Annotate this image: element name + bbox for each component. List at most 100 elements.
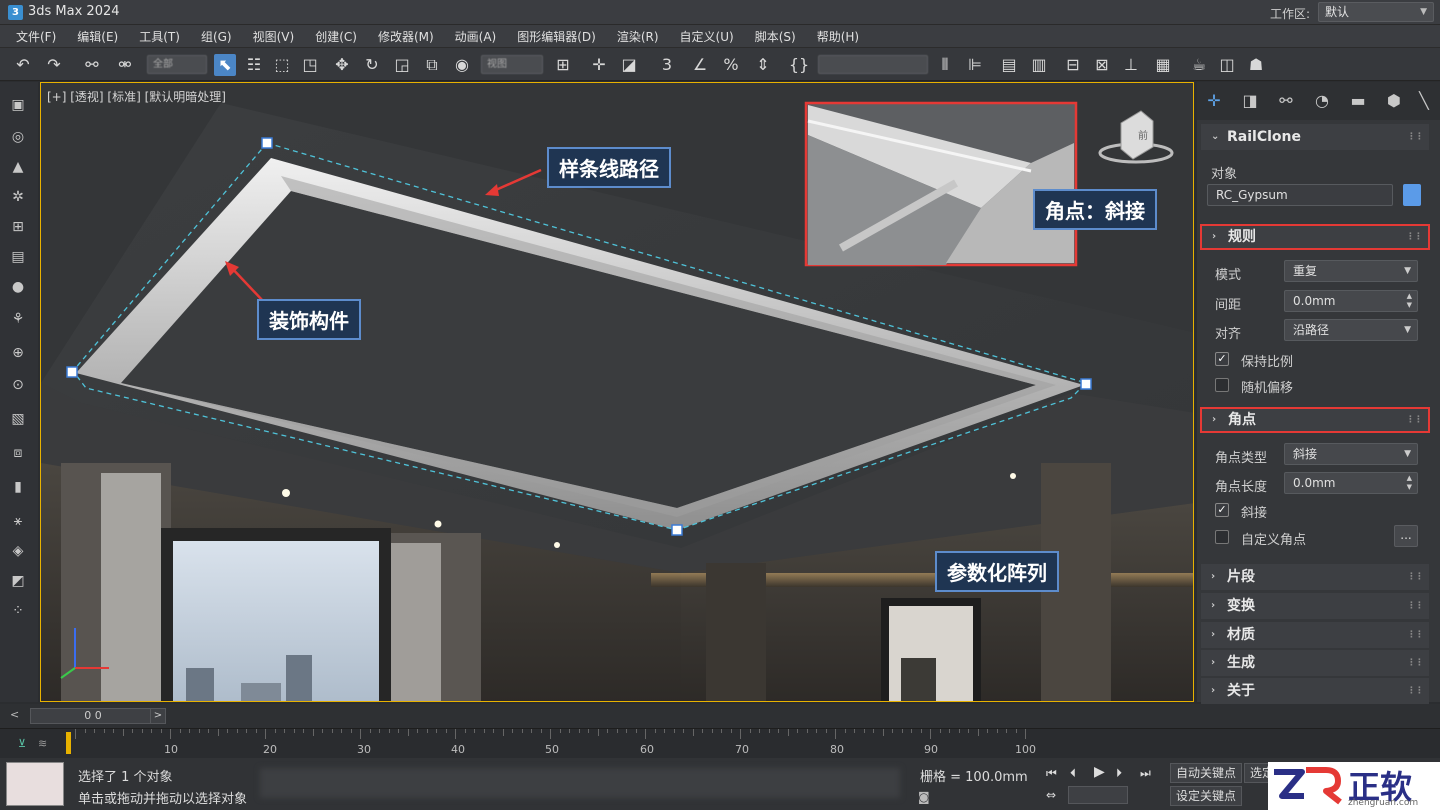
menu-file[interactable]: 文件(F) bbox=[16, 28, 56, 45]
ref-coord-dropdown[interactable]: 视图 bbox=[481, 55, 543, 74]
angle-snap-icon[interactable]: ∠ bbox=[689, 54, 711, 76]
material-editor-icon[interactable]: ⊥ bbox=[1120, 54, 1142, 76]
particles-icon[interactable]: ⁘ bbox=[9, 602, 27, 620]
render-frame-icon[interactable]: ☕ bbox=[1188, 54, 1210, 76]
go-to-end-icon[interactable]: ⏭ bbox=[1140, 766, 1151, 781]
random-offset-checkbox[interactable] bbox=[1215, 378, 1229, 392]
play-icon[interactable]: ▶ bbox=[1094, 764, 1105, 780]
previous-frame-icon[interactable]: ⏴ bbox=[1070, 766, 1076, 781]
link-icon[interactable]: ⚯ bbox=[81, 54, 103, 76]
named-selection-icon[interactable]: {} bbox=[788, 54, 810, 76]
undo-icon[interactable]: ↶ bbox=[12, 54, 34, 76]
menu-group[interactable]: 组(G) bbox=[201, 28, 232, 45]
slider-right-icon[interactable]: > bbox=[150, 708, 166, 724]
perspective-viewport[interactable]: 前 [+] [透视] [标准] [默认明暗处理] 样条线路径 装饰构件 角点：斜… bbox=[40, 82, 1194, 702]
rect-selection-icon[interactable]: ⬚ bbox=[271, 54, 293, 76]
keep-ratio-checkbox[interactable]: ✓ bbox=[1215, 352, 1229, 366]
unlink-icon[interactable]: ⚮ bbox=[114, 54, 136, 76]
mini-curve-icon[interactable]: ≋ bbox=[38, 737, 47, 750]
frame-field[interactable]: 0 0 bbox=[30, 708, 156, 724]
track-bar[interactable]: ⊻ ≋ 10 20 30 40 50 60 70 80 90 100 bbox=[0, 728, 1440, 758]
menu-tools[interactable]: 工具(T) bbox=[139, 28, 180, 45]
menu-view[interactable]: 视图(V) bbox=[253, 28, 295, 45]
ref-coord-icon[interactable]: ◉ bbox=[451, 54, 473, 76]
section-segments[interactable]: › 片段 ⋮⋮ bbox=[1201, 564, 1429, 590]
section-material[interactable]: › 材质 ⋮⋮ bbox=[1201, 622, 1429, 648]
align-icon[interactable]: ⊫ bbox=[964, 54, 986, 76]
scale-icon[interactable]: ◲ bbox=[391, 54, 413, 76]
scene-explorer-icon[interactable]: ▣ bbox=[9, 96, 27, 114]
layer-icon[interactable]: ▤ bbox=[9, 248, 27, 266]
key-mode-icon[interactable]: ⇔ bbox=[1046, 788, 1056, 802]
menu-create[interactable]: 创建(C) bbox=[315, 28, 357, 45]
create-tab-icon[interactable]: ✛ bbox=[1203, 90, 1225, 112]
corner-length-spinner[interactable]: 0.0mm ▲ ▼ bbox=[1284, 472, 1418, 494]
rotate-icon[interactable]: ↻ bbox=[361, 54, 383, 76]
selection-filter-dropdown[interactable]: 全部 bbox=[147, 55, 207, 74]
align-dropdown[interactable]: 沿路径 ▼ bbox=[1284, 319, 1418, 341]
corner-type-dropdown[interactable]: 斜接 ▼ bbox=[1284, 443, 1418, 465]
spinner-snap-icon[interactable]: ⇕ bbox=[752, 54, 774, 76]
render-setup-icon[interactable]: ▦ bbox=[1152, 54, 1174, 76]
more-tab-icon[interactable]: ╲ bbox=[1413, 90, 1435, 112]
custom-corner-button[interactable]: ... bbox=[1394, 525, 1418, 547]
menu-graph-editors[interactable]: 图形编辑器(D) bbox=[517, 28, 596, 45]
create-geometry-icon[interactable]: ▲ bbox=[9, 158, 27, 176]
snap-3d-icon[interactable]: 3 bbox=[656, 54, 678, 76]
scene-states-icon[interactable]: ◩ bbox=[9, 572, 27, 590]
mirror-icon[interactable]: ⫴ bbox=[934, 54, 956, 76]
spinner-arrows-icon[interactable]: ▲ ▼ bbox=[1407, 474, 1412, 492]
current-frame-field[interactable] bbox=[1068, 786, 1128, 804]
hierarchy-icon[interactable]: ⚘ bbox=[9, 310, 27, 328]
bones-icon[interactable]: ⚹ bbox=[9, 512, 27, 530]
book-icon[interactable]: ▮ bbox=[9, 478, 27, 496]
mode-dropdown[interactable]: 重复 ▼ bbox=[1284, 260, 1418, 282]
toggle-ribbon-icon[interactable]: ▥ bbox=[1028, 54, 1050, 76]
slider-left-icon[interactable]: < bbox=[10, 708, 19, 721]
set-key-button[interactable]: 设定关键点 bbox=[1170, 786, 1243, 806]
palette-icon[interactable]: ▧ bbox=[9, 410, 27, 428]
menu-modifiers[interactable]: 修改器(M) bbox=[378, 28, 434, 45]
auto-key-button[interactable]: 自动关键点 bbox=[1170, 763, 1243, 783]
spinner-arrows-icon[interactable]: ▲ ▼ bbox=[1407, 292, 1412, 310]
maxscript-listener[interactable] bbox=[6, 762, 64, 806]
select-object-icon[interactable]: ⬉ bbox=[214, 54, 236, 76]
section-about[interactable]: › 关于 ⋮⋮ bbox=[1201, 678, 1429, 704]
next-frame-icon[interactable]: ⏵ bbox=[1116, 766, 1122, 781]
key-filter-icon[interactable]: ⊻ bbox=[18, 737, 26, 750]
section-transform[interactable]: › 变换 ⋮⋮ bbox=[1201, 593, 1429, 619]
named-selection-dropdown[interactable] bbox=[818, 55, 928, 74]
move-icon[interactable]: ✥ bbox=[331, 54, 353, 76]
sphere-icon[interactable]: ● bbox=[9, 278, 27, 296]
select-by-name-icon[interactable]: ☷ bbox=[243, 54, 265, 76]
target-icon[interactable]: ⊙ bbox=[9, 376, 27, 394]
curve-editor-icon[interactable]: ⊟ bbox=[1062, 54, 1084, 76]
menu-edit[interactable]: 编辑(E) bbox=[77, 28, 118, 45]
place-icon[interactable]: ⧉ bbox=[421, 54, 443, 76]
window-crossing-icon[interactable]: ◳ bbox=[299, 54, 321, 76]
modify-tab-icon[interactable]: ◨ bbox=[1239, 90, 1261, 112]
render-iterative-icon[interactable]: ☗ bbox=[1245, 54, 1267, 76]
display-tab-icon[interactable]: ▬ bbox=[1347, 90, 1369, 112]
custom-corner-checkbox[interactable] bbox=[1215, 530, 1229, 544]
section-generate[interactable]: › 生成 ⋮⋮ bbox=[1201, 650, 1429, 676]
section-railclone[interactable]: ⌄ RailClone ⋮⋮ bbox=[1201, 124, 1429, 150]
spacing-spinner[interactable]: 0.0mm ▲ ▼ bbox=[1284, 290, 1418, 312]
add-time-tag-icon[interactable]: ◙ bbox=[918, 790, 930, 804]
keyboard-shortcut-icon[interactable]: ◪ bbox=[618, 54, 640, 76]
render-production-icon[interactable]: ◫ bbox=[1216, 54, 1238, 76]
object-color-swatch[interactable] bbox=[1403, 184, 1421, 206]
manipulate-icon[interactable]: ✛ bbox=[588, 54, 610, 76]
redo-icon[interactable]: ↷ bbox=[43, 54, 65, 76]
menu-help[interactable]: 帮助(H) bbox=[817, 28, 859, 45]
menu-customize[interactable]: 自定义(U) bbox=[680, 28, 734, 45]
percent-snap-icon[interactable]: % bbox=[720, 54, 742, 76]
workspace-select[interactable]: 默认 ▼ bbox=[1318, 2, 1434, 22]
menu-rendering[interactable]: 渲染(R) bbox=[617, 28, 659, 45]
time-slider[interactable]: < 0 0 > bbox=[0, 704, 1440, 728]
motion-tab-icon[interactable]: ◔ bbox=[1311, 90, 1333, 112]
time-cursor[interactable] bbox=[66, 732, 71, 754]
utilities-tab-icon[interactable]: ⬢ bbox=[1383, 90, 1405, 112]
character-icon[interactable]: ✲ bbox=[9, 188, 27, 206]
cube-icon[interactable]: ◈ bbox=[9, 542, 27, 560]
